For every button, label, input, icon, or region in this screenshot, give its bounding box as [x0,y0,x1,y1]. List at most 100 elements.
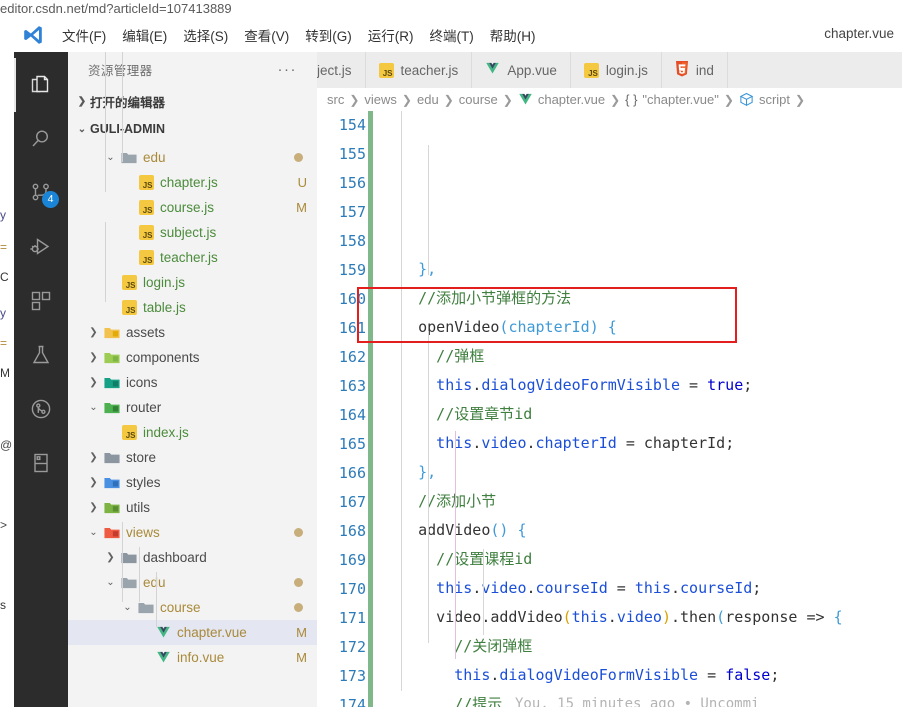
chevron-down-icon[interactable]: ⌄ [102,577,119,588]
tree-item[interactable]: ⌄ course [68,595,317,620]
js-file-icon: JS [583,62,599,78]
code-line[interactable]: video.addVideo(this.video).then(response… [382,603,902,632]
tree-item-label: icons [126,375,158,390]
tree-item-selected[interactable]: chapter.vue M [68,620,317,645]
code-token: //弹框 [382,347,485,365]
menu-help[interactable]: 帮助(H) [482,22,544,48]
browser-url-bar[interactable]: editor.csdn.net/md?articleId=107413889 [0,0,902,18]
workbench-body: 4 资源管理器 ··· ❯ 打开的编辑器 ⌄ GULI-ADMIN ⌄ edu … [14,52,902,707]
tree-item-label: dashboard [143,550,207,565]
remote-explorer-icon[interactable] [14,436,68,490]
chevron-down-icon[interactable]: ⌄ [119,602,136,613]
code-line[interactable]: //关闭弹框 [382,632,902,661]
breadcrumb-item-chapter-symbol[interactable]: "chapter.vue" [642,92,718,107]
chevron-down-icon[interactable]: ⌄ [85,527,102,538]
code-token: then [680,608,717,626]
source-control-icon[interactable]: 4 [14,166,68,220]
tree-item-label: styles [126,475,161,490]
chevron-right-icon[interactable]: ❯ [85,377,102,388]
tree-item[interactable]: ❯ store [68,445,317,470]
tree-item[interactable]: ⌄ edu [68,570,317,595]
chevron-right-icon[interactable]: ❯ [102,552,119,563]
run-debug-icon[interactable] [14,220,68,274]
chevron-right-icon[interactable]: ❯ [85,327,102,338]
code-line[interactable]: //设置章节id [382,400,902,429]
tree-item-label: teacher.js [160,250,218,265]
menu-terminal[interactable]: 终端(T) [422,22,482,48]
menu-edit[interactable]: 编辑(E) [114,22,175,48]
code-token: . [607,608,617,626]
testing-flask-icon[interactable] [14,328,68,382]
menu-run[interactable]: 运行(R) [360,22,422,48]
code-token: addVideo [382,521,491,539]
menu-view[interactable]: 查看(V) [236,22,297,48]
code-line[interactable]: }, [382,255,902,284]
tree-item[interactable]: ❯ styles [68,470,317,495]
cube-icon [739,92,754,107]
code-editor[interactable]: 154 155 156 157 158 159 160 161 162 163 164 165 166 1… [317,111,902,707]
chevron-right-icon[interactable]: ❯ [85,477,102,488]
tree-item-label: chapter.vue [177,625,247,640]
breadcrumb-item-course[interactable]: course [459,92,498,107]
menu-selection[interactable]: 选择(S) [175,22,236,48]
tree-item-label: course.js [160,200,215,215]
code-token: . [671,608,681,626]
more-actions-icon[interactable]: ··· [278,61,312,78]
search-icon[interactable] [14,112,68,166]
breadcrumb-item-script[interactable]: script [759,92,790,107]
code-line[interactable]: this.dialogVideoFormVisible = true; [382,371,902,400]
breadcrumb-item-edu[interactable]: edu [417,92,439,107]
git-graph-icon[interactable] [14,382,68,436]
extensions-icon[interactable] [14,274,68,328]
menu-file[interactable]: 文件(F) [54,22,114,48]
code-token: chapterId [535,434,617,452]
code-content[interactable]: }, //添加小节弹框的方法 openVideo(chapterId) { //… [373,111,902,707]
tree-item[interactable]: JS course.js M [68,195,317,220]
code-token: . [472,434,482,452]
chevron-down-icon[interactable]: ⌄ [85,402,102,413]
menu-go[interactable]: 转到(G) [297,22,360,48]
code-line[interactable]: //添加小节 [382,487,902,516]
breadcrumb-item-chapter-vue[interactable]: chapter.vue [538,92,605,107]
code-token: . [526,434,536,452]
tab-login-js[interactable]: JS login.js [570,52,662,88]
tab-teacher-js[interactable]: JS teacher.js [365,52,473,88]
explorer-icon[interactable] [14,58,68,112]
code-token: false [725,666,771,684]
tab-app-vue[interactable]: App.vue [472,52,571,88]
tree-item[interactable]: ❯ components [68,345,317,370]
tree-indent-guide [139,547,140,602]
tree-item[interactable]: ⌄ router [68,395,317,420]
code-line[interactable]: openVideo(chapterId) { [382,313,902,342]
tab-index-html[interactable]: ind [661,52,728,88]
tree-item[interactable]: ❯ dashboard [68,545,317,570]
code-line[interactable]: addVideo() { [382,516,902,545]
breadcrumb-item-src[interactable]: src [327,92,344,107]
chevron-right-icon[interactable]: ❯ [85,352,102,363]
code-token: //设置章节id [382,405,533,423]
tab-label: ject.js [317,62,352,78]
tree-item[interactable]: JS index.js [68,420,317,445]
code-line[interactable]: this.dialogVideoFormVisible = false; [382,661,902,690]
code-line[interactable]: //设置课程id [382,545,902,574]
code-line[interactable]: this.video.chapterId = chapterId; [382,429,902,458]
tree-item[interactable]: ❯ utils [68,495,317,520]
chevron-right-icon[interactable]: ❯ [85,502,102,513]
tree-item[interactable]: info.vue M [68,645,317,670]
tab-ject-js[interactable]: ject.js [317,52,366,88]
code-line[interactable]: //添加小节弹框的方法 [382,284,902,313]
breadcrumb-item-views[interactable]: views [364,92,397,107]
code-token: ; [725,434,735,452]
code-line[interactable]: //弹框 [382,342,902,371]
tree-item[interactable]: ⌄ views [68,520,317,545]
tree-item-label: login.js [143,275,186,290]
code-line[interactable]: this.video.courseId = this.courseId; [382,574,902,603]
line-number: 170 [338,580,366,598]
chevron-right-icon[interactable]: ❯ [85,452,102,463]
code-line[interactable]: }, [382,458,902,487]
vue-file-icon [153,651,173,664]
tree-item[interactable]: ❯ icons [68,370,317,395]
tree-item-label: subject.js [160,225,217,240]
tree-item-label: router [126,400,162,415]
tree-item[interactable]: ❯ assets [68,320,317,345]
